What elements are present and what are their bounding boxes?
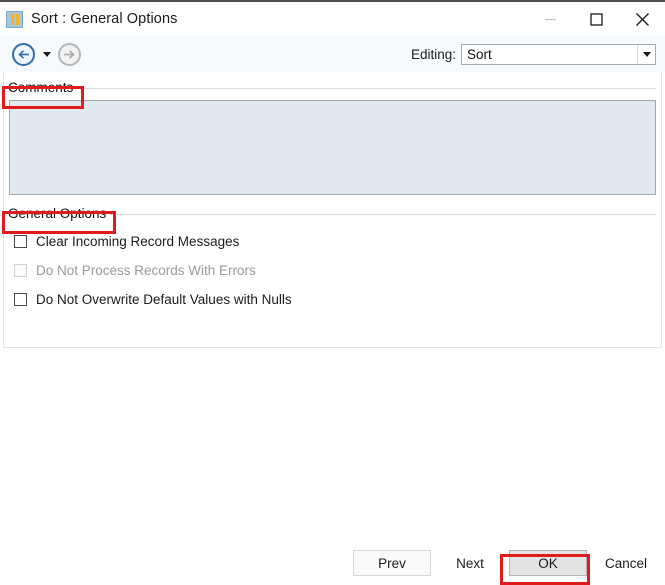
next-button[interactable]: Next — [431, 550, 509, 576]
checkbox-label: Clear Incoming Record Messages — [36, 233, 240, 249]
editing-combobox[interactable]: Sort — [461, 43, 656, 65]
content-panel: Comments General Options Clear Incoming … — [3, 72, 662, 348]
back-button[interactable] — [12, 42, 35, 66]
comments-textarea[interactable] — [9, 100, 656, 195]
general-options-group: General Options Clear Incoming Record Me… — [4, 204, 661, 310]
forward-arrow-icon — [64, 49, 75, 59]
comments-group-title: Comments — [8, 79, 74, 95]
comments-group-header: Comments — [4, 78, 661, 96]
editing-selector: Editing: Sort — [411, 36, 656, 72]
chevron-down-icon — [42, 51, 51, 57]
general-options-group-title: General Options — [8, 205, 107, 221]
minimize-button[interactable] — [527, 2, 573, 36]
checkbox-label: Do Not Process Records With Errors — [36, 262, 256, 278]
window-controls — [527, 2, 665, 36]
editing-label: Editing: — [410, 46, 456, 62]
checkbox-label: Do Not Overwrite Default Values with Nul… — [36, 291, 292, 307]
checkbox-row-do-not-process-records-with-errors: Do Not Process Records With Errors — [14, 259, 661, 281]
maximize-icon — [589, 12, 603, 26]
window-title: Sort : General Options — [31, 11, 178, 27]
editing-combobox-arrow[interactable] — [637, 44, 655, 64]
general-options-group-header: General Options — [4, 204, 661, 222]
ok-button[interactable]: OK — [509, 550, 587, 576]
chevron-down-icon — [642, 51, 651, 57]
back-history-dropdown[interactable] — [42, 51, 51, 57]
close-icon — [635, 12, 649, 26]
dialog-window: Sort : General Options Editing: Sort Com… — [0, 0, 665, 585]
group-separator-line — [77, 88, 656, 89]
checkbox-do-not-overwrite-default-values-with-nulls[interactable] — [14, 292, 27, 306]
checkbox-clear-incoming-record-messages[interactable] — [14, 234, 27, 248]
comments-group: Comments — [4, 72, 661, 195]
title-bar: Sort : General Options — [0, 2, 665, 36]
dialog-footer: Prev Next OK Cancel — [0, 543, 665, 583]
minimize-icon — [544, 18, 556, 20]
checkbox-do-not-process-records-with-errors — [14, 263, 27, 277]
maximize-button[interactable] — [573, 2, 619, 36]
group-separator-line — [110, 214, 656, 215]
navigation-toolbar: Editing: Sort — [0, 36, 665, 72]
forward-button[interactable] — [58, 42, 81, 66]
checkbox-row-clear-incoming-record-messages[interactable]: Clear Incoming Record Messages — [14, 230, 661, 252]
close-button[interactable] — [619, 2, 665, 36]
empty-space — [0, 348, 665, 543]
editing-combobox-value: Sort — [467, 46, 492, 62]
general-options-list: Clear Incoming Record Messages Do Not Pr… — [4, 222, 661, 310]
sort-arrows-icon — [6, 10, 23, 28]
back-arrow-icon — [18, 49, 29, 59]
cancel-button[interactable]: Cancel — [587, 550, 665, 576]
prev-button[interactable]: Prev — [353, 550, 431, 576]
checkbox-row-do-not-overwrite-default-values-with-nulls[interactable]: Do Not Overwrite Default Values with Nul… — [14, 288, 661, 310]
